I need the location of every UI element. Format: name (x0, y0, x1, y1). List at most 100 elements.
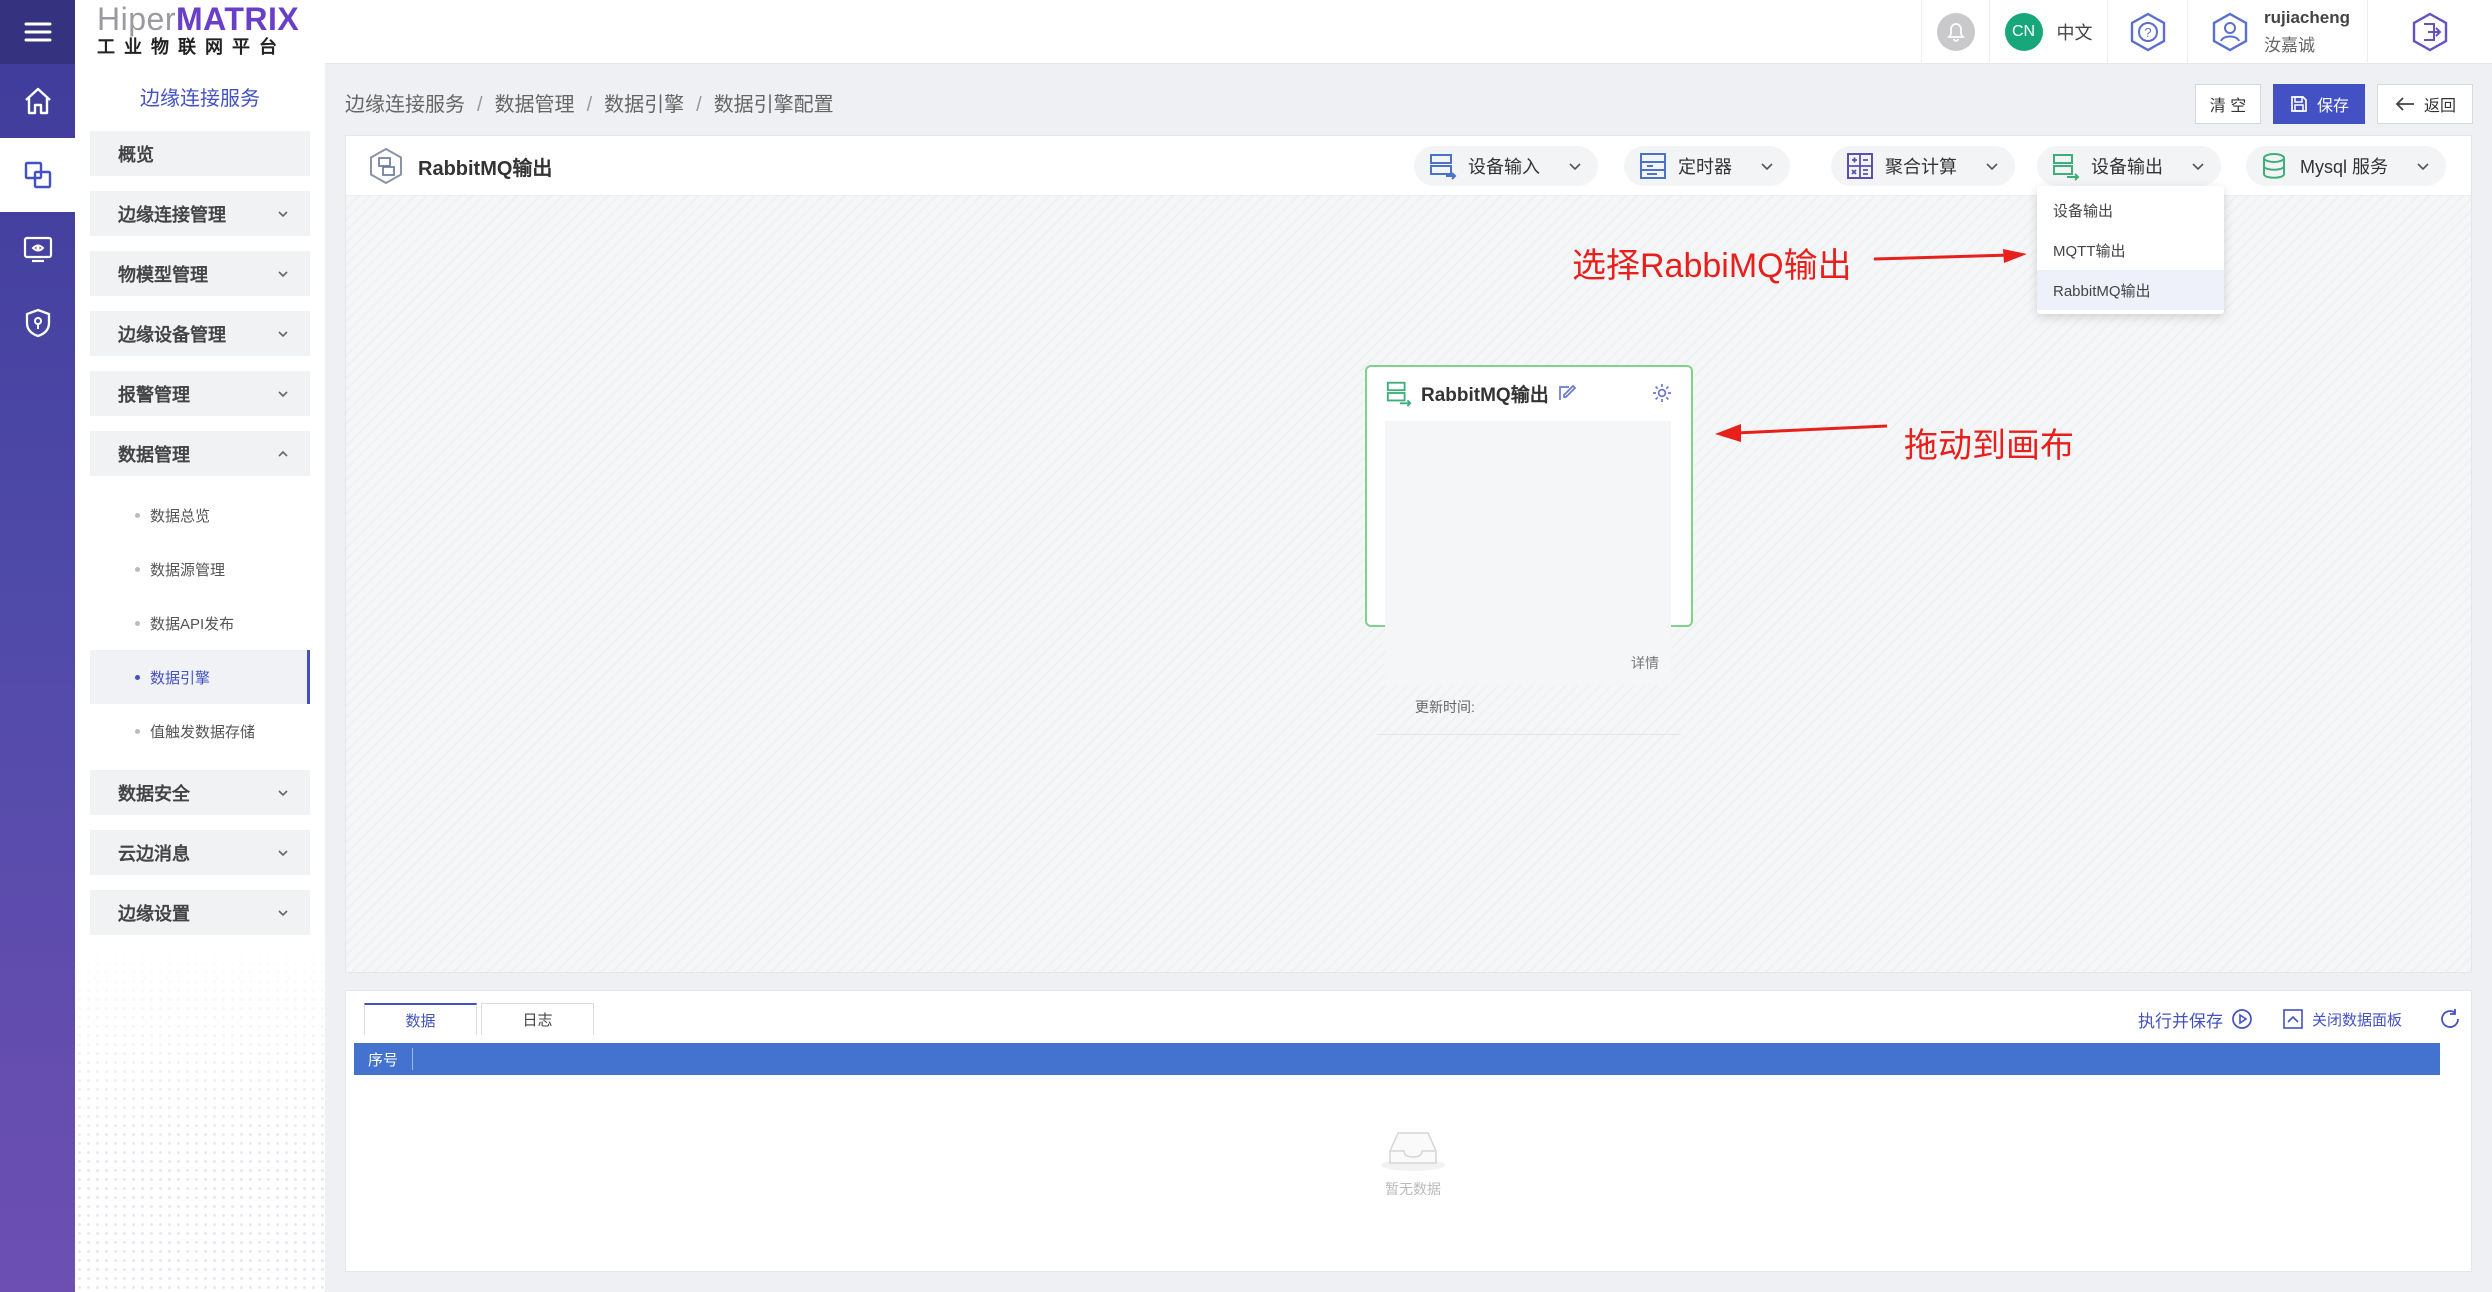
sidebar-item-data-source[interactable]: 数据源管理 (90, 542, 310, 596)
menu-item-device-output[interactable]: 设备输出 (2037, 190, 2224, 230)
back-button[interactable]: 返回 (2377, 84, 2473, 124)
logout-button[interactable] (2367, 0, 2492, 64)
timer-dropdown[interactable]: 定时器 (1624, 146, 1790, 186)
chevron-down-icon (1986, 163, 1998, 171)
device-input-dropdown[interactable]: 设备输入 (1414, 146, 1598, 186)
sidebar-item-label: 概览 (118, 144, 154, 165)
rabbitmq-output-node[interactable]: RabbitMQ输出 详情 更新时间: (1365, 365, 1693, 735)
menu-item-rabbitmq-output[interactable]: RabbitMQ输出 (2037, 270, 2224, 310)
annotation-select: 选择RabbiMQ输出 (1572, 247, 1852, 285)
sidebar-item-data-overview[interactable]: 数据总览 (90, 488, 310, 542)
bell-icon (1936, 13, 1975, 51)
shield-icon (25, 308, 50, 338)
node-title: RabbitMQ输出 (1421, 384, 1549, 406)
home-icon (24, 87, 51, 115)
node-detail-link[interactable]: 详情 (1631, 653, 1659, 673)
sidebar-item-data-mgmt[interactable]: 数据管理 (90, 431, 310, 476)
close-data-panel-button[interactable]: 关闭数据面板 (2282, 1003, 2402, 1035)
breadcrumb-item[interactable]: 数据管理 (495, 94, 575, 116)
lang-code-badge: CN (2004, 13, 2043, 51)
database-icon (2263, 153, 2285, 179)
arrow-left-icon (1715, 424, 1888, 442)
notification-button[interactable] (1921, 0, 1989, 64)
run-and-save-button[interactable]: 执行并保存 (2138, 1003, 2253, 1035)
calculator-icon (1847, 153, 1873, 179)
sidebar-item-edge-connect-mgmt[interactable]: 边缘连接管理 (90, 191, 310, 236)
sidebar-item-cloud-edge-msg[interactable]: 云边消息 (90, 830, 310, 875)
mysql-service-dropdown[interactable]: Mysql 服务 (2246, 146, 2447, 186)
sidebar-item-overview[interactable]: 概览 (90, 131, 310, 176)
edge-connect-icon (24, 161, 51, 189)
breadcrumb-item[interactable]: 数据引擎 (604, 94, 684, 116)
rail-security[interactable] (0, 286, 75, 360)
edit-icon[interactable] (1557, 383, 1577, 403)
help-icon: ? (2130, 12, 2165, 52)
hamburger-icon (24, 22, 51, 42)
user-avatar-icon (2212, 12, 2248, 52)
pill-label: 设备输入 (1468, 157, 1540, 177)
play-circle-icon (2232, 1009, 2252, 1029)
chevron-down-icon (278, 210, 288, 217)
icon-rail (0, 0, 75, 1292)
pill-label: 聚合计算 (1885, 157, 1957, 177)
data-panel: 数据 日志 执行并保存 关闭数据面板 序号 暂无数据 (345, 990, 2472, 1272)
device-output-dropdown[interactable]: 设备输出 (2037, 146, 2221, 186)
sidebar-item-model-mgmt[interactable]: 物模型管理 (90, 251, 310, 296)
clear-button[interactable]: 清 空 (2195, 84, 2261, 124)
top-header: CN 中文 ? rujiacheng 汝嘉诚 (325, 0, 2492, 64)
node-header: RabbitMQ输出 (1385, 377, 1673, 409)
gear-icon[interactable] (1651, 382, 1673, 404)
rail-monitor[interactable] (0, 212, 75, 286)
display-name: 汝嘉诚 (2264, 36, 2315, 55)
pill-label: Mysql 服务 (2300, 157, 2389, 177)
breadcrumb-item[interactable]: 边缘连接服务 (345, 94, 465, 116)
aggregate-dropdown[interactable]: 聚合计算 (1831, 146, 2015, 186)
logo: HiperMATRIX 工业物联网平台 (75, 0, 325, 64)
annotation-drag: 拖动到画布 (1904, 427, 2074, 465)
sidebar-item-edge-device-mgmt[interactable]: 边缘设备管理 (90, 311, 310, 356)
language-switch[interactable]: CN 中文 (1989, 0, 2107, 64)
back-button-label: 返回 (2423, 98, 2456, 115)
menu-item-mqtt-output[interactable]: MQTT输出 (2037, 230, 2224, 270)
device-output-icon (1386, 381, 1412, 407)
chevron-up-icon (278, 450, 288, 457)
lang-label: 中文 (2056, 23, 2093, 43)
collapse-panel-icon (2283, 1009, 2303, 1029)
help-button[interactable]: ? (2107, 0, 2187, 64)
editor-title: RabbitMQ输出 (366, 146, 552, 186)
user-menu[interactable]: rujiacheng 汝嘉诚 (2187, 0, 2367, 64)
chevron-down-icon (2192, 163, 2204, 171)
sidebar-item-data-api[interactable]: 数据API发布 (90, 596, 310, 650)
rail-home[interactable] (0, 64, 75, 138)
sidebar-item-data-security[interactable]: 数据安全 (90, 770, 310, 815)
sidebar-item-alarm-mgmt[interactable]: 报警管理 (90, 371, 310, 416)
data-table-scrollbar[interactable] (2457, 1043, 2467, 1163)
tab-log[interactable]: 日志 (481, 1003, 594, 1035)
sidebar-item-data-engine[interactable]: 数据引擎 (90, 650, 310, 704)
refresh-button[interactable] (2438, 1003, 2462, 1035)
sidebar-item-label: 数据总览 (150, 507, 211, 525)
close-data-panel-label: 关闭数据面板 (2312, 1011, 2403, 1029)
sidebar-item-trigger-storage[interactable]: 值触发数据存储 (90, 704, 310, 758)
empty-inbox-icon (1381, 1132, 1445, 1171)
clear-button-label: 清 空 (2209, 98, 2247, 115)
rail-edge-connect[interactable] (0, 138, 75, 212)
sidebar-item-label: 数据安全 (118, 783, 190, 804)
sidebar-item-label: 边缘设备管理 (118, 324, 226, 345)
device-output-icon (2053, 154, 2080, 181)
sidebar-item-label: 数据API发布 (150, 615, 235, 633)
tab-data[interactable]: 数据 (364, 1003, 477, 1035)
save-button[interactable]: 保存 (2273, 84, 2365, 124)
pill-label: 设备输出 (2091, 157, 2163, 177)
logo-prefix: Hiper (97, 1, 176, 37)
sidebar-item-edge-settings[interactable]: 边缘设置 (90, 890, 310, 935)
empty-state: 暂无数据 (1358, 1121, 1468, 1199)
editor-title-label: RabbitMQ输出 (418, 157, 553, 180)
chevron-down-icon (1761, 163, 1773, 171)
run-and-save-label: 执行并保存 (2138, 1011, 2223, 1031)
menu-toggle-button[interactable] (0, 0, 75, 64)
chevron-down-icon (278, 789, 288, 796)
save-icon (2291, 96, 2307, 112)
sidebar-title: 边缘连接服务 (140, 88, 260, 110)
breadcrumb-current: 数据引擎配置 (713, 94, 834, 116)
